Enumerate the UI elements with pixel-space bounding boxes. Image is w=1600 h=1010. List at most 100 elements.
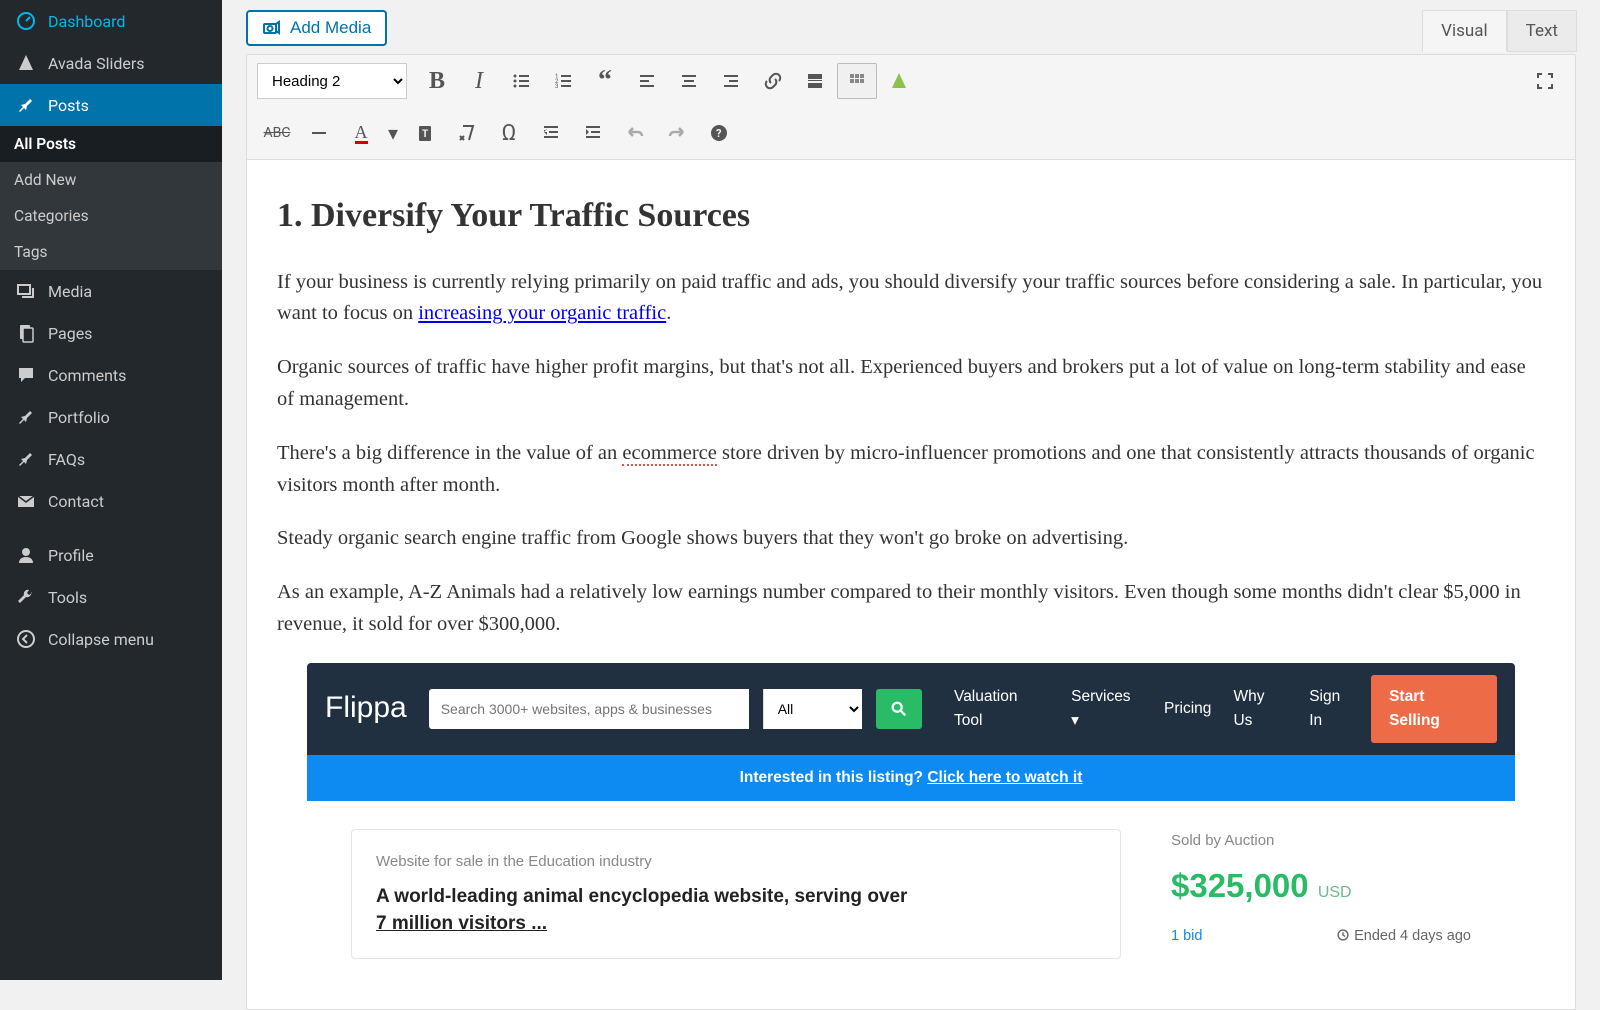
- subitem-add-new[interactable]: Add New: [0, 162, 222, 198]
- collapse-icon: [14, 629, 38, 649]
- sidebar-item-faqs[interactable]: FAQs: [0, 438, 222, 480]
- paragraph-2: Organic sources of traffic have higher p…: [277, 352, 1545, 416]
- number-list-button[interactable]: 123: [543, 63, 583, 99]
- main-content: Add Media Visual Text Heading 2 B I 123 …: [222, 0, 1600, 980]
- add-media-button[interactable]: Add Media: [246, 10, 387, 46]
- color-dropdown-button[interactable]: ▾: [383, 115, 403, 151]
- sidebar-label: Contact: [48, 492, 104, 511]
- sidebar-label: Collapse menu: [48, 630, 154, 649]
- pin-icon: [14, 95, 38, 115]
- avada-icon[interactable]: [879, 63, 919, 99]
- flippa-start-selling-button[interactable]: Start Selling: [1371, 675, 1497, 743]
- flippa-card-title: A world-leading animal encyclopedia webs…: [376, 883, 1096, 938]
- sidebar-item-posts[interactable]: Posts: [0, 84, 222, 126]
- sidebar-item-tools[interactable]: Tools: [0, 576, 222, 618]
- subitem-tags[interactable]: Tags: [0, 234, 222, 270]
- flippa-link-pricing[interactable]: Pricing: [1164, 697, 1211, 721]
- sidebar-item-contact[interactable]: Contact: [0, 480, 222, 522]
- flippa-listing-card[interactable]: Website for sale in the Education indust…: [351, 829, 1121, 959]
- dashboard-icon: [14, 11, 38, 31]
- flippa-link-whyus[interactable]: Why Us: [1233, 685, 1287, 733]
- editor-container: Heading 2 B I 123 “ ABC A: [246, 54, 1576, 1010]
- format-select[interactable]: Heading 2: [257, 63, 407, 99]
- bullet-list-button[interactable]: [501, 63, 541, 99]
- posts-submenu: All Posts Add New Categories Tags: [0, 126, 222, 270]
- flippa-link-signin[interactable]: Sign In: [1309, 685, 1357, 733]
- sidebar-item-comments[interactable]: Comments: [0, 354, 222, 396]
- organic-traffic-link[interactable]: increasing your organic traffic: [418, 302, 666, 324]
- sidebar-label: Media: [48, 282, 92, 301]
- bold-button[interactable]: B: [417, 63, 457, 99]
- flippa-link-valuation[interactable]: Valuation Tool: [954, 685, 1049, 733]
- flippa-price: $325,000 USD: [1171, 860, 1471, 911]
- flippa-search-button[interactable]: [876, 689, 922, 729]
- sidebar-item-media[interactable]: Media: [0, 270, 222, 312]
- user-icon: [14, 545, 38, 565]
- sidebar-item-profile[interactable]: Profile: [0, 534, 222, 576]
- flippa-ended: Ended 4 days ago: [1336, 925, 1471, 947]
- fullscreen-button[interactable]: [1525, 63, 1565, 99]
- outdent-button[interactable]: [531, 115, 571, 151]
- sidebar-item-avada[interactable]: Avada Sliders: [0, 42, 222, 84]
- sidebar-label: Dashboard: [48, 12, 125, 31]
- flippa-navbar: Flippa All Valuation Tool Services ▾ Pri…: [307, 663, 1515, 755]
- tab-visual[interactable]: Visual: [1422, 10, 1506, 52]
- link-button[interactable]: [753, 63, 793, 99]
- sidebar-label: Avada Sliders: [48, 54, 145, 73]
- add-media-label: Add Media: [290, 18, 371, 38]
- italic-button[interactable]: I: [459, 63, 499, 99]
- toolbar-toggle-button[interactable]: [837, 63, 877, 99]
- flippa-watch-link[interactable]: Click here to watch it: [927, 769, 1082, 786]
- strikethrough-button[interactable]: ABC: [257, 115, 297, 151]
- hr-button[interactable]: [299, 115, 339, 151]
- indent-button[interactable]: [573, 115, 613, 151]
- flippa-price-side: Sold by Auction $325,000 USD 1 bid Ended…: [1171, 829, 1471, 959]
- align-left-button[interactable]: [627, 63, 667, 99]
- camera-icon: [262, 18, 282, 38]
- sidebar-label: Profile: [48, 546, 94, 565]
- sidebar-item-portfolio[interactable]: Portfolio: [0, 396, 222, 438]
- tab-text[interactable]: Text: [1507, 10, 1577, 52]
- mail-icon: [14, 491, 38, 511]
- flippa-screenshot: Flippa All Valuation Tool Services ▾ Pri…: [307, 663, 1515, 969]
- align-center-button[interactable]: [669, 63, 709, 99]
- help-button[interactable]: ?: [699, 115, 739, 151]
- redo-button[interactable]: [657, 115, 697, 151]
- flippa-search-input[interactable]: [429, 689, 749, 729]
- sidebar-item-pages[interactable]: Pages: [0, 312, 222, 354]
- sidebar-item-collapse[interactable]: Collapse menu: [0, 618, 222, 660]
- sidebar-item-dashboard[interactable]: Dashboard: [0, 0, 222, 42]
- align-right-button[interactable]: [711, 63, 751, 99]
- flippa-card-subtitle: Website for sale in the Education indust…: [376, 850, 1096, 873]
- paragraph-3: There's a big difference in the value of…: [277, 438, 1545, 502]
- subitem-all-posts[interactable]: All Posts: [0, 126, 222, 162]
- subitem-categories[interactable]: Categories: [0, 198, 222, 234]
- undo-button[interactable]: [615, 115, 655, 151]
- special-char-button[interactable]: Ω: [489, 115, 529, 151]
- flippa-logo: Flippa: [325, 685, 407, 732]
- flippa-category-select[interactable]: All: [763, 689, 863, 729]
- flippa-listing-body: Website for sale in the Education indust…: [307, 801, 1515, 969]
- blockquote-button[interactable]: “: [585, 63, 625, 99]
- pages-icon: [14, 323, 38, 343]
- avada-icon: [14, 53, 38, 73]
- editor-toolbar: Heading 2 B I 123 “ ABC A: [247, 55, 1575, 160]
- editor-content[interactable]: 1. Diversify Your Traffic Sources If you…: [247, 160, 1575, 1009]
- toolbar-row-1: Heading 2 B I 123 “: [247, 55, 1575, 107]
- editor-topbar: Add Media: [222, 0, 1600, 54]
- svg-text:3: 3: [555, 83, 558, 90]
- flippa-watch-banner: Interested in this listing? Click here t…: [307, 755, 1515, 801]
- spellcheck-word: ecommerce: [622, 442, 716, 466]
- read-more-button[interactable]: [795, 63, 835, 99]
- sidebar-label: Comments: [48, 366, 126, 385]
- paragraph-1: If your business is currently relying pr…: [277, 267, 1545, 331]
- pin-icon: [14, 407, 38, 427]
- wrench-icon: [14, 587, 38, 607]
- editor-mode-tabs: Visual Text: [1422, 10, 1577, 52]
- text-color-button[interactable]: A: [341, 115, 381, 151]
- clear-formatting-button[interactable]: [447, 115, 487, 151]
- flippa-bid-count[interactable]: 1 bid: [1171, 925, 1202, 947]
- flippa-meta: 1 bid Ended 4 days ago: [1171, 925, 1471, 947]
- flippa-link-services[interactable]: Services ▾: [1071, 685, 1142, 733]
- paste-text-button[interactable]: T: [405, 115, 445, 151]
